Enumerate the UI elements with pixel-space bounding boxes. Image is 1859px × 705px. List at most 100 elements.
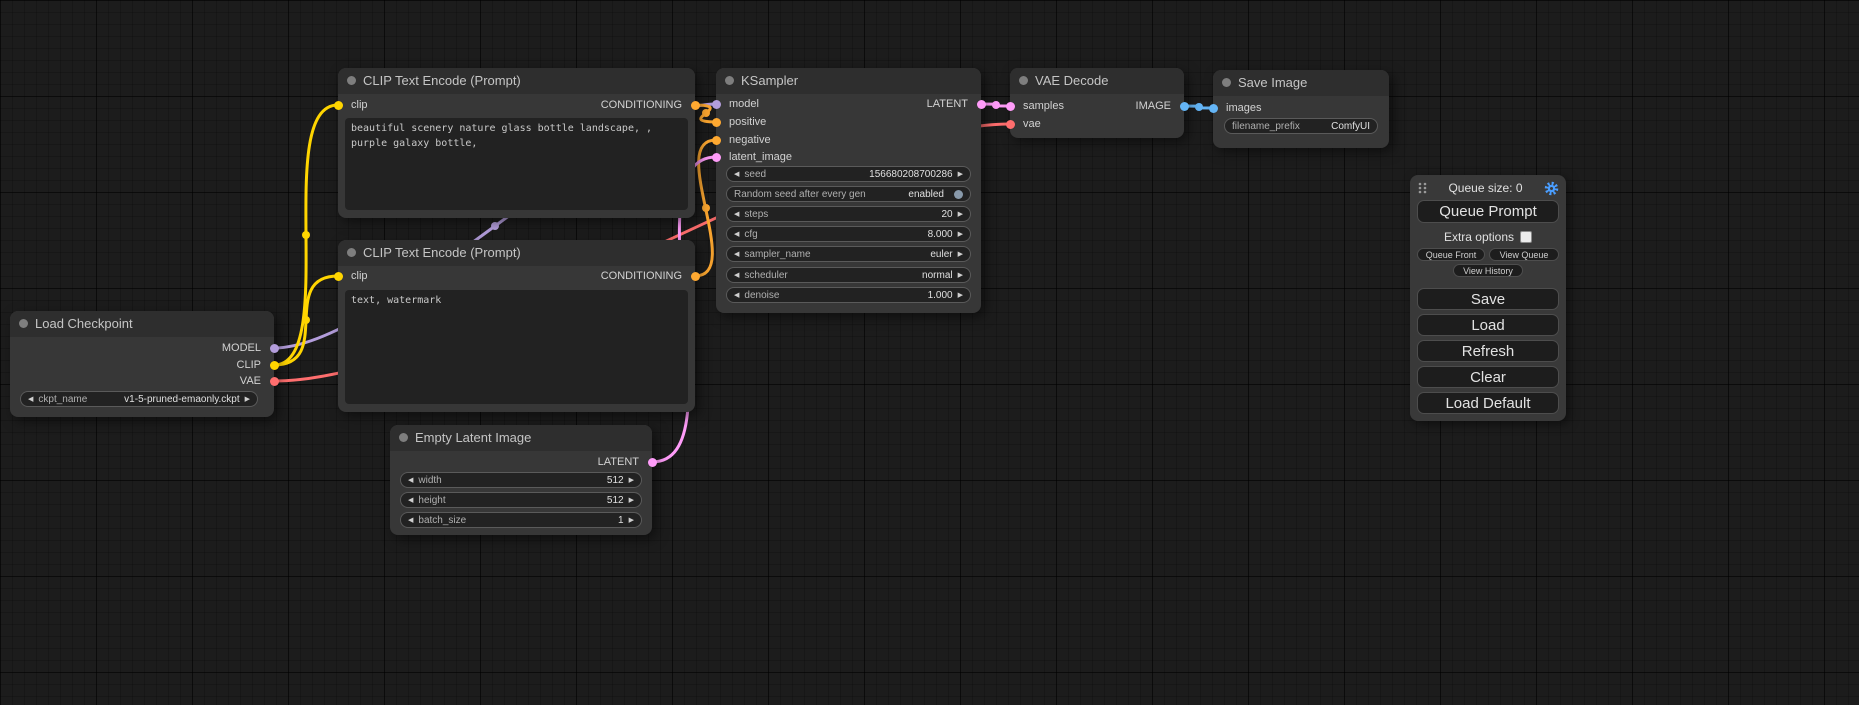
collapse-dot[interactable] bbox=[347, 76, 356, 85]
seed-widget[interactable]: ◀ seed 156680208700286 ▶ bbox=[726, 166, 971, 182]
input-label-negative: negative bbox=[729, 134, 771, 146]
output-label-image: IMAGE bbox=[1136, 98, 1171, 114]
input-slot-vae[interactable] bbox=[1006, 120, 1015, 129]
node-titlebar[interactable]: Save Image bbox=[1213, 70, 1389, 96]
output-slot-clip[interactable] bbox=[270, 361, 279, 370]
toggle-indicator-icon[interactable] bbox=[954, 190, 963, 199]
link-midpoint-dot bbox=[992, 101, 1000, 109]
node-titlebar[interactable]: Load Checkpoint bbox=[10, 311, 274, 337]
collapse-dot[interactable] bbox=[1222, 78, 1231, 87]
increment-icon[interactable]: ▶ bbox=[629, 496, 634, 504]
increment-icon[interactable]: ▶ bbox=[245, 395, 250, 403]
increment-icon[interactable]: ▶ bbox=[629, 476, 634, 484]
scheduler-widget[interactable]: ◀ scheduler normal ▶ bbox=[726, 267, 971, 283]
output-slot-row: CLIP bbox=[10, 357, 274, 373]
extra-options-checkbox[interactable] bbox=[1520, 231, 1532, 243]
width-widget[interactable]: ◀ width 512 ▶ bbox=[400, 472, 642, 488]
input-slot-clip[interactable] bbox=[334, 272, 343, 281]
increment-icon[interactable]: ▶ bbox=[958, 250, 963, 258]
settings-gear-icon[interactable] bbox=[1544, 181, 1559, 196]
view-history-button[interactable]: View History bbox=[1453, 264, 1523, 277]
collapse-dot[interactable] bbox=[1019, 76, 1028, 85]
node-vae-decode[interactable]: VAE Decode samples IMAGE vae bbox=[1010, 68, 1184, 138]
negative-prompt-textarea[interactable]: text, watermark bbox=[345, 290, 688, 404]
decrement-icon[interactable]: ◀ bbox=[408, 496, 413, 504]
increment-icon[interactable]: ▶ bbox=[958, 271, 963, 279]
queue-prompt-button[interactable]: Queue Prompt bbox=[1417, 200, 1559, 223]
steps-widget[interactable]: ◀ steps 20 ▶ bbox=[726, 206, 971, 222]
input-label-clip: clip bbox=[351, 270, 368, 282]
increment-icon[interactable]: ▶ bbox=[958, 170, 963, 178]
increment-icon[interactable]: ▶ bbox=[958, 210, 963, 218]
input-slot-negative[interactable] bbox=[712, 136, 721, 145]
node-titlebar[interactable]: KSampler bbox=[716, 68, 981, 94]
node-titlebar[interactable]: CLIP Text Encode (Prompt) bbox=[338, 68, 695, 94]
random-seed-toggle-widget[interactable]: Random seed after every gen enabled bbox=[726, 186, 971, 202]
input-slot-positive[interactable] bbox=[712, 118, 721, 127]
refresh-button[interactable]: Refresh bbox=[1417, 340, 1559, 362]
filename-prefix-widget[interactable]: filename_prefix ComfyUI bbox=[1224, 118, 1378, 134]
widget-value: euler bbox=[930, 249, 952, 260]
input-label-images: images bbox=[1226, 102, 1261, 114]
load-default-button[interactable]: Load Default bbox=[1417, 392, 1559, 414]
decrement-icon[interactable]: ◀ bbox=[408, 476, 413, 484]
output-slot-conditioning[interactable] bbox=[691, 272, 700, 281]
drag-handle-icon[interactable] bbox=[1417, 181, 1427, 195]
output-slot-image[interactable] bbox=[1180, 102, 1189, 111]
ckpt-name-widget[interactable]: ◀ ckpt_name v1-5-pruned-emaonly.ckpt ▶ bbox=[20, 391, 258, 407]
widget-value: v1-5-pruned-emaonly.ckpt bbox=[124, 394, 239, 405]
decrement-icon[interactable]: ◀ bbox=[734, 250, 739, 258]
positive-prompt-textarea[interactable]: beautiful scenery nature glass bottle la… bbox=[345, 118, 688, 210]
input-slot-clip[interactable] bbox=[334, 101, 343, 110]
clear-button[interactable]: Clear bbox=[1417, 366, 1559, 388]
node-titlebar[interactable]: VAE Decode bbox=[1010, 68, 1184, 94]
output-slot-latent[interactable] bbox=[977, 100, 986, 109]
node-clip-text-encode-positive[interactable]: CLIP Text Encode (Prompt) clip CONDITION… bbox=[338, 68, 695, 218]
increment-icon[interactable]: ▶ bbox=[958, 291, 963, 299]
input-label-clip: clip bbox=[351, 99, 368, 111]
cfg-widget[interactable]: ◀ cfg 8.000 ▶ bbox=[726, 226, 971, 242]
load-button[interactable]: Load bbox=[1417, 314, 1559, 336]
input-slot-latent-image[interactable] bbox=[712, 153, 721, 162]
widget-label: width bbox=[418, 475, 441, 486]
sampler-name-widget[interactable]: ◀ sampler_name euler ▶ bbox=[726, 246, 971, 262]
output-slot-latent[interactable] bbox=[648, 458, 657, 467]
decrement-icon[interactable]: ◀ bbox=[28, 395, 33, 403]
queue-front-button[interactable]: Queue Front bbox=[1417, 248, 1485, 261]
node-load-checkpoint[interactable]: Load Checkpoint MODEL CLIP VAE ◀ ckpt_na… bbox=[10, 311, 274, 417]
denoise-widget[interactable]: ◀ denoise 1.000 ▶ bbox=[726, 287, 971, 303]
node-ksampler[interactable]: KSampler model LATENT positive negative … bbox=[716, 68, 981, 313]
output-slot-vae[interactable] bbox=[270, 377, 279, 386]
node-empty-latent-image[interactable]: Empty Latent Image LATENT ◀ width 512 ▶ … bbox=[390, 425, 652, 535]
height-widget[interactable]: ◀ height 512 ▶ bbox=[400, 492, 642, 508]
input-slot-samples[interactable] bbox=[1006, 102, 1015, 111]
save-button[interactable]: Save bbox=[1417, 288, 1559, 310]
output-slot-conditioning[interactable] bbox=[691, 101, 700, 110]
node-save-image[interactable]: Save Image images filename_prefix ComfyU… bbox=[1213, 70, 1389, 148]
decrement-icon[interactable]: ◀ bbox=[734, 170, 739, 178]
decrement-icon[interactable]: ◀ bbox=[734, 230, 739, 238]
output-label-clip: CLIP bbox=[237, 357, 261, 373]
graph-canvas[interactable]: Load Checkpoint MODEL CLIP VAE ◀ ckpt_na… bbox=[0, 0, 1859, 705]
decrement-icon[interactable]: ◀ bbox=[734, 291, 739, 299]
input-slot-images[interactable] bbox=[1209, 104, 1218, 113]
node-clip-text-encode-negative[interactable]: CLIP Text Encode (Prompt) clip CONDITION… bbox=[338, 240, 695, 412]
output-slot-model[interactable] bbox=[270, 344, 279, 353]
increment-icon[interactable]: ▶ bbox=[629, 516, 634, 524]
widget-value: 1.000 bbox=[928, 290, 953, 301]
view-queue-button[interactable]: View Queue bbox=[1489, 248, 1559, 261]
input-slot-model[interactable] bbox=[712, 100, 721, 109]
node-titlebar[interactable]: Empty Latent Image bbox=[390, 425, 652, 451]
collapse-dot[interactable] bbox=[19, 319, 28, 328]
collapse-dot[interactable] bbox=[399, 433, 408, 442]
output-slot-row: LATENT bbox=[390, 454, 652, 470]
decrement-icon[interactable]: ◀ bbox=[734, 210, 739, 218]
collapse-dot[interactable] bbox=[347, 248, 356, 257]
batch-size-widget[interactable]: ◀ batch_size 1 ▶ bbox=[400, 512, 642, 528]
decrement-icon[interactable]: ◀ bbox=[734, 271, 739, 279]
increment-icon[interactable]: ▶ bbox=[958, 230, 963, 238]
node-titlebar[interactable]: CLIP Text Encode (Prompt) bbox=[338, 240, 695, 266]
collapse-dot[interactable] bbox=[725, 76, 734, 85]
decrement-icon[interactable]: ◀ bbox=[408, 516, 413, 524]
input-label-vae: vae bbox=[1023, 118, 1041, 130]
